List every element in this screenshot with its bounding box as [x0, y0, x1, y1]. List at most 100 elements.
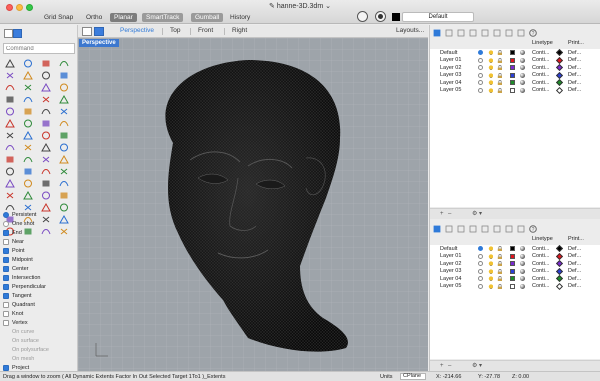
- select-tool-icon[interactable]: [3, 58, 17, 69]
- surface-tool-icon[interactable]: [3, 94, 17, 105]
- osnap-persistent[interactable]: Persistent: [3, 210, 77, 219]
- osnap-center[interactable]: Center: [3, 264, 77, 273]
- linetype-value[interactable]: Conti...: [532, 57, 549, 63]
- print-width-value[interactable]: Def...: [568, 246, 581, 252]
- print-color-diamond-icon[interactable]: [555, 71, 564, 79]
- material-sphere-icon[interactable]: [520, 261, 525, 267]
- layer-color-swatch[interactable]: [510, 57, 515, 63]
- lock-icon[interactable]: [497, 276, 502, 282]
- scale-tool-icon[interactable]: [57, 130, 71, 141]
- current-layer-radio-icon[interactable]: [478, 246, 483, 251]
- zoom-window-button[interactable]: [26, 4, 33, 11]
- help-icon[interactable]: ?: [529, 225, 537, 233]
- tab-top[interactable]: Top: [170, 27, 180, 34]
- print-width-value[interactable]: Def...: [568, 57, 581, 63]
- line-tool-icon[interactable]: [3, 70, 17, 81]
- print-color-diamond-icon[interactable]: [555, 79, 564, 87]
- layer-color-swatch[interactable]: [510, 87, 515, 93]
- print-width-value[interactable]: Def...: [568, 268, 581, 274]
- osnap-intersection[interactable]: Intersection: [3, 273, 77, 282]
- minimize-window-button[interactable]: [16, 4, 23, 11]
- layer-row[interactable]: Default Conti... Def...: [430, 244, 600, 253]
- remove-layer-button[interactable]: –: [448, 211, 451, 218]
- visibility-bulb-icon[interactable]: [488, 246, 493, 251]
- boolean-diff-tool-icon[interactable]: [21, 118, 35, 129]
- material-sphere-icon[interactable]: [520, 87, 525, 93]
- lock-icon[interactable]: [497, 268, 502, 274]
- layer-name[interactable]: Layer 04: [440, 276, 461, 282]
- trim-tool-icon[interactable]: [39, 142, 53, 153]
- array-tool-icon[interactable]: [21, 142, 35, 153]
- print-color-diamond-icon[interactable]: [555, 275, 564, 283]
- new-sublayer-icon[interactable]: [445, 29, 453, 37]
- ellipse-tool-icon[interactable]: [57, 70, 71, 81]
- current-layer-radio-icon[interactable]: [478, 261, 483, 267]
- units-label[interactable]: Units: [380, 374, 393, 380]
- visibility-bulb-icon[interactable]: [488, 65, 493, 71]
- filter-icon[interactable]: [493, 225, 501, 233]
- loft-tool-icon[interactable]: [39, 94, 53, 105]
- visibility-bulb-icon[interactable]: [488, 73, 493, 78]
- cplane-select[interactable]: CPlane: [400, 373, 426, 380]
- current-layer-select[interactable]: Default: [402, 12, 474, 22]
- layer-name[interactable]: Layer 03: [440, 72, 461, 78]
- print-color-diamond-icon[interactable]: [555, 64, 564, 72]
- current-layer-radio-icon[interactable]: [478, 50, 483, 55]
- command-input-box[interactable]: [3, 43, 75, 54]
- material-sphere-icon[interactable]: [520, 65, 525, 71]
- tab-front[interactable]: Front: [198, 27, 213, 34]
- curvature-tool-icon[interactable]: [21, 190, 35, 201]
- lock-icon[interactable]: [497, 57, 502, 63]
- group-tool-icon[interactable]: [39, 154, 53, 165]
- layer-row[interactable]: Layer 04 Conti... Def...: [430, 79, 600, 87]
- record-history-icon[interactable]: [357, 11, 368, 22]
- circle-tool-icon[interactable]: [39, 70, 53, 81]
- print-color-diamond-icon[interactable]: [555, 267, 564, 275]
- layouts-button[interactable]: Layouts...: [396, 27, 424, 34]
- linetype-value[interactable]: Conti...: [532, 87, 549, 93]
- osnap-on-polysurface[interactable]: On polysurface: [3, 345, 77, 354]
- current-layer-radio-icon[interactable]: [478, 253, 483, 259]
- material-tool-icon[interactable]: [21, 178, 35, 189]
- ungroup-tool-icon[interactable]: [57, 154, 71, 165]
- mirror-tool-icon[interactable]: [3, 142, 17, 153]
- analyze-tool-icon[interactable]: [3, 190, 17, 201]
- print-width-value[interactable]: Def...: [568, 253, 581, 259]
- visibility-bulb-icon[interactable]: [488, 88, 493, 93]
- layer-row[interactable]: Layer 04 Conti... Def...: [430, 275, 600, 283]
- move-up-icon[interactable]: [469, 225, 477, 233]
- osnap-quadrant[interactable]: Quadrant: [3, 300, 77, 309]
- material-sphere-icon[interactable]: [520, 57, 525, 63]
- osnap-on-surface[interactable]: On surface: [3, 336, 77, 345]
- add-layer-button[interactable]: +: [440, 211, 444, 218]
- add-layer-button[interactable]: +: [440, 363, 444, 370]
- text-tool-icon[interactable]: [21, 166, 35, 177]
- print-color-diamond-icon[interactable]: [555, 48, 564, 57]
- material-sphere-icon[interactable]: [520, 283, 525, 289]
- new-sublayer-icon[interactable]: [445, 225, 453, 233]
- print-color-diamond-icon[interactable]: [555, 282, 564, 291]
- point-tool-icon[interactable]: [21, 58, 35, 69]
- rotate-tool-icon[interactable]: [39, 130, 53, 141]
- layer-color-swatch[interactable]: [510, 261, 515, 267]
- material-sphere-icon[interactable]: [520, 50, 525, 55]
- print-width-value[interactable]: Def...: [568, 261, 581, 267]
- box-tool-icon[interactable]: [3, 106, 17, 117]
- print-color-diamond-icon[interactable]: [555, 56, 564, 64]
- cone-tool-icon[interactable]: [57, 106, 71, 117]
- arc-tool-icon[interactable]: [21, 70, 35, 81]
- layer-row[interactable]: Layer 05 Conti... Def...: [430, 86, 600, 95]
- visibility-bulb-icon[interactable]: [488, 80, 493, 86]
- lock-icon[interactable]: [497, 80, 502, 86]
- lock-icon[interactable]: [497, 284, 502, 289]
- current-layer-radio-icon[interactable]: [478, 65, 483, 71]
- print-width-value[interactable]: Def...: [568, 50, 581, 56]
- linetype-value[interactable]: Conti...: [532, 261, 549, 267]
- grid-snap-toggle[interactable]: Grid Snap: [44, 14, 73, 21]
- visibility-bulb-icon[interactable]: [488, 269, 493, 274]
- boolean-union-tool-icon[interactable]: [3, 118, 17, 129]
- layer-name[interactable]: Layer 01: [440, 253, 461, 259]
- perspective-viewport[interactable]: Perspective: [78, 38, 428, 371]
- print-color-diamond-icon[interactable]: [555, 252, 564, 260]
- render-tool-icon[interactable]: [3, 178, 17, 189]
